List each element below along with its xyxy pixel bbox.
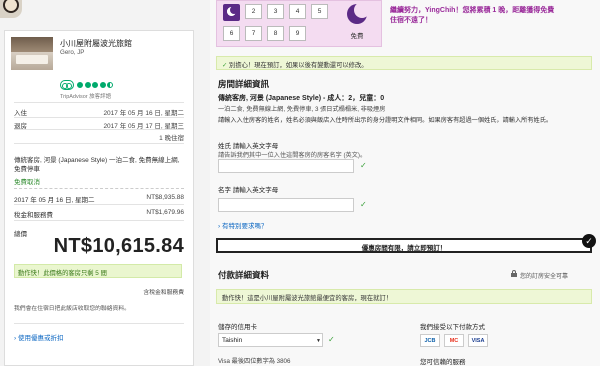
divider xyxy=(14,129,184,130)
check-circle-icon: ✓ xyxy=(582,234,596,248)
promo-link-label: 使用優惠或折扣 xyxy=(17,335,64,342)
secure-note: 您的訂房安全可靠 xyxy=(520,274,569,280)
special-request-label: 有特別要求嗎？ xyxy=(221,223,268,230)
jcb-icon: JCB xyxy=(420,334,440,347)
trusted-service-label: 您可信賴的服務 xyxy=(420,359,466,366)
divider xyxy=(14,220,184,221)
card-last4-text: Visa 最後四位數字為 3806 xyxy=(218,358,291,365)
free-cancel-label: 免費取消 xyxy=(14,179,40,186)
mastercard-icon: MC xyxy=(444,334,464,347)
payment-notice-text: 動作快！這是小川屋附屬波光旅館最便宜的客房，現在就訂！ xyxy=(222,295,393,302)
stamp-slot: 6 xyxy=(223,26,240,41)
surname-label: 姓氏 請輸入英文字母 xyxy=(218,143,279,150)
stamp-slot: 5 xyxy=(311,4,328,19)
left-header xyxy=(0,0,205,24)
stamp-slot: 7 xyxy=(245,26,262,41)
payment-methods-label: 我們接受以下付款方式 xyxy=(420,324,485,331)
check-icon: ✓ xyxy=(328,335,335,344)
tax-included-link[interactable]: 含稅金和服務費 xyxy=(14,287,184,296)
divider xyxy=(14,102,184,103)
hotel-name: 小川屋附屬波光旅館 xyxy=(60,39,132,48)
reward-message: 繼續努力，YingChih！您將累積 1 晚，距離獲得免費 住宿不遠了！ xyxy=(390,6,590,26)
notice-label: 別擔心！現在預訂，如果以後有變動還可以修改。 xyxy=(229,62,368,69)
rating-bubble-icon xyxy=(99,82,106,88)
check-icon: ✓ xyxy=(360,161,367,170)
avatar[interactable] xyxy=(0,0,22,18)
free-night-badge: 免費 xyxy=(342,2,372,42)
rating-bubble-icon xyxy=(92,82,98,88)
urgency-text: 動作快！此價格的客房只剩 5 間 xyxy=(18,270,107,277)
free-label: 免費 xyxy=(350,33,364,40)
promo-code-link[interactable]: › 使用優惠或折扣 xyxy=(14,332,63,342)
hotel-photo xyxy=(11,37,53,70)
divider xyxy=(14,204,184,205)
book-now-text: 優惠房間有限，請立即預訂！ xyxy=(361,245,447,252)
room-type-line: 傳統客房, 河景 (Japanese Style) - 成人：2，兒童：0 xyxy=(218,95,385,102)
saved-card-select[interactable]: Taishin xyxy=(218,333,323,347)
privacy-note: 我們會在住宿日把此飯店收取您的聯絡資料。 xyxy=(14,306,130,312)
total-price: NT$10,615.84 xyxy=(53,235,184,257)
divider xyxy=(14,188,184,189)
surname-input[interactable] xyxy=(218,159,354,173)
surname-hint: 請告訴我們其中一位入住這間客房的房客名字 (英文)。 xyxy=(218,152,367,159)
rating-bubble-icon xyxy=(77,82,83,88)
visa-icon: VISA xyxy=(468,334,488,347)
divider xyxy=(14,117,184,118)
check-circle-icon: ✓ xyxy=(222,62,230,69)
moon-stamp-icon xyxy=(223,4,240,21)
guest-section-title: 房間詳細資訊 xyxy=(218,79,270,89)
room-type-sub: 一泊二食, 免費無線上網, 免費停車, 3 張日式榻榻米, 非吸煙房 xyxy=(218,106,386,113)
stamp-slot: 3 xyxy=(267,4,284,19)
rating-bubble-icon xyxy=(84,82,91,88)
name-instruction: 請輸入入住房客的姓名，姓名必須與飯店入住時所出示的身分證明文件相同。如果房客有超… xyxy=(218,117,553,124)
payment-section-title: 付款詳細資料 xyxy=(218,270,270,280)
check-icon: ✓ xyxy=(360,200,367,209)
stamp-slot: 9 xyxy=(289,26,306,41)
given-name-input[interactable] xyxy=(218,198,354,212)
lock-icon xyxy=(511,270,517,277)
chevron-down-icon: ▼ xyxy=(316,338,321,344)
modify-notice-text: ✓ 別擔心！現在預訂，如果以後有變動還可以修改。 xyxy=(222,60,368,69)
reward-line-2: 住宿不遠了！ xyxy=(390,17,432,24)
special-request-link[interactable]: › 有特別要求嗎？ xyxy=(218,220,267,230)
tripadvisor-owl-icon xyxy=(60,80,74,90)
stamp-slot: 4 xyxy=(289,4,306,19)
given-name-label: 名字 請輸入英文字母 xyxy=(218,187,279,194)
stamp-slot: 8 xyxy=(267,26,284,41)
stamp-slot: 2 xyxy=(245,4,262,19)
hotel-location: Gero, JP xyxy=(60,49,85,56)
divider xyxy=(14,323,184,324)
moon-icon xyxy=(347,2,370,24)
divider xyxy=(14,143,184,144)
rating-bubbles xyxy=(77,82,113,88)
tax-amount: NT$1,679.96 xyxy=(146,209,184,216)
room-description: 傳統客房, 河景 (Japanese Style) 一泊二食, 免費無線上網, … xyxy=(14,157,180,173)
nights-count: 1 晚住宿 xyxy=(159,135,184,142)
checkin-date: 2017 年 05 月 16 日, 星期二 xyxy=(103,110,184,117)
saved-card-label: 儲存的信用卡 xyxy=(218,324,257,331)
main-form-area xyxy=(210,0,600,366)
price-row-amount: NT$8,935.88 xyxy=(146,194,184,201)
reward-line-1: 繼續努力，YingChih！您將累積 1 晚，距離獲得免費 xyxy=(390,7,555,14)
rating-bubble-icon xyxy=(107,82,113,88)
tripadvisor-label: TripAdvisor 旅客評語 xyxy=(60,94,112,100)
